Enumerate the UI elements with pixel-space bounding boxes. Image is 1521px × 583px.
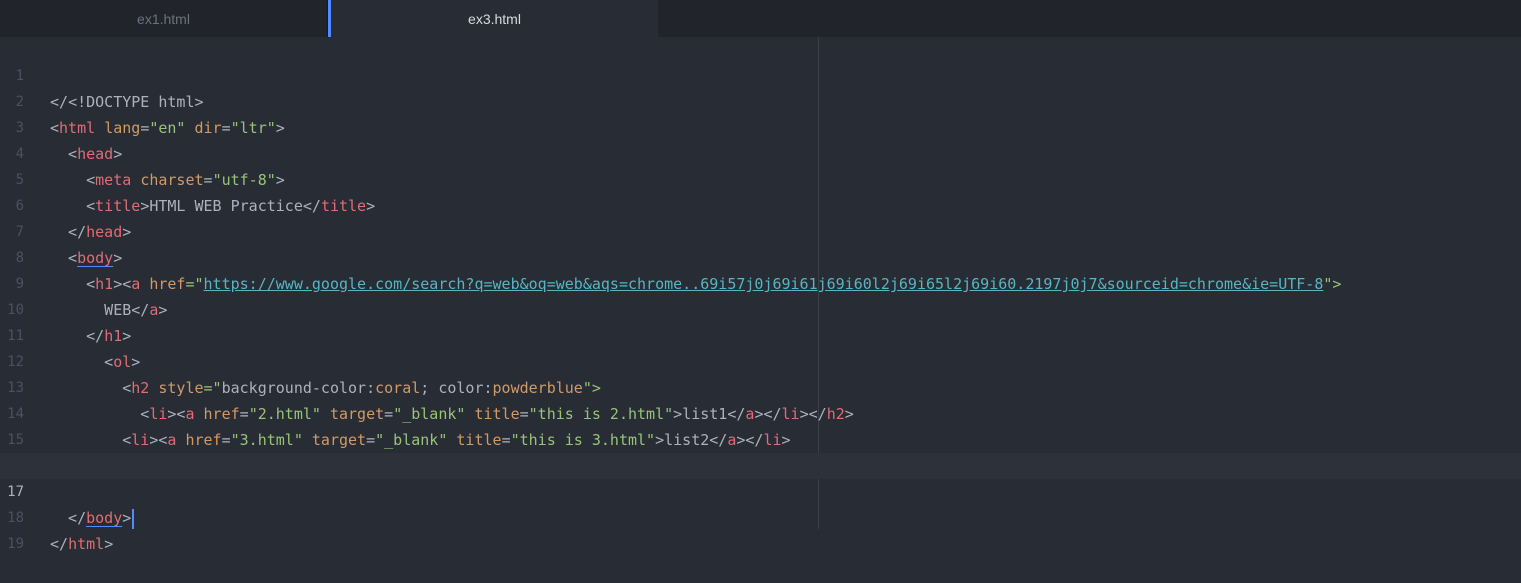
- tab-bar: ex1.html ex3.html: [0, 0, 1521, 37]
- tab-ex1-html[interactable]: ex1.html: [0, 0, 328, 37]
- line-number: 19: [7, 536, 24, 552]
- code-line[interactable]: 15 </ol>: [0, 401, 1521, 475]
- code-line-active[interactable]: 17 </body>: [0, 453, 1521, 529]
- tab-ex3-html[interactable]: ex3.html: [328, 0, 658, 37]
- code-line[interactable]: 1 </<!DOCTYPE html>: [0, 37, 1521, 111]
- code-line[interactable]: 9 WEB</a>: [0, 245, 1521, 319]
- code-line[interactable]: 12 <h2 style="background-color:coral; co…: [0, 323, 1521, 397]
- code-line[interactable]: 14 <li><a href="3.html" target="_blank" …: [0, 375, 1521, 449]
- code-editor[interactable]: 1 </<!DOCTYPE html> 2 <html lang="en" di…: [0, 37, 1521, 553]
- tab-label: ex1.html: [137, 10, 190, 27]
- code-line[interactable]: 16: [0, 427, 1521, 474]
- code-line[interactable]: 13 <li><a href="2.html" target="_blank" …: [0, 349, 1521, 423]
- code-line[interactable]: 4 <meta charset="utf-8">: [0, 115, 1521, 189]
- code-text: </html>: [50, 535, 114, 553]
- code-line[interactable]: 8 <h1><a href="https://www.google.com/se…: [0, 219, 1521, 293]
- code-line[interactable]: 6 </head>: [0, 167, 1521, 241]
- code-line[interactable]: 10 </h1>: [0, 271, 1521, 345]
- code-line[interactable]: 5 <title>HTML WEB Practice</title>: [0, 141, 1521, 215]
- code-line[interactable]: 3 <head>: [0, 89, 1521, 163]
- code-line[interactable]: 2 <html lang="en" dir="ltr">: [0, 63, 1521, 137]
- code-line[interactable]: 11 <ol>: [0, 297, 1521, 371]
- code-line[interactable]: 18 </html>: [0, 479, 1521, 553]
- code-line[interactable]: 19: [0, 505, 1521, 552]
- tab-label: ex3.html: [468, 10, 521, 27]
- code-line[interactable]: 7 <body>: [0, 193, 1521, 267]
